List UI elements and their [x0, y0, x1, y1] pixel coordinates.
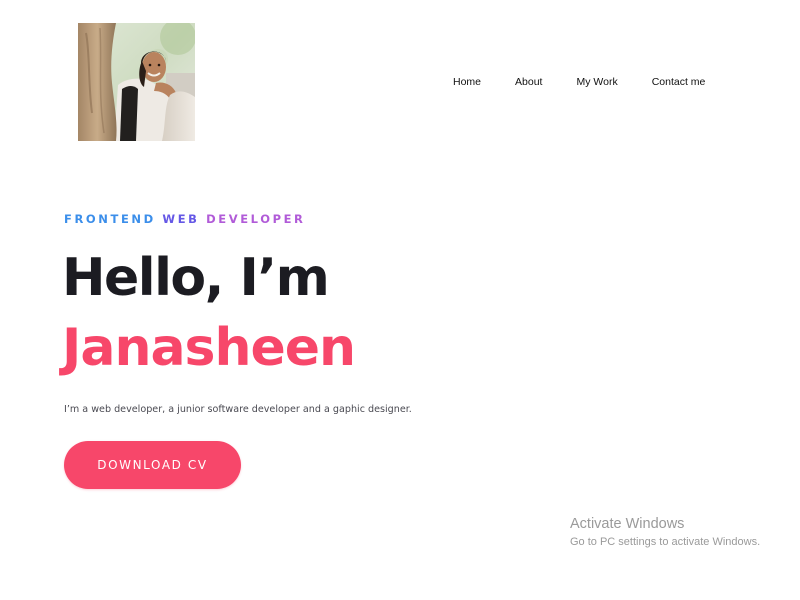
- subtitle-word-frontend: FRONTEND: [64, 212, 156, 226]
- activate-windows-watermark: Activate Windows Go to PC settings to ac…: [570, 515, 760, 550]
- nav-link-home[interactable]: Home: [453, 75, 481, 89]
- subtitle-word-web: WEB: [162, 212, 200, 226]
- hero-subtitle: FRONTEND WEB DEVELOPER: [64, 211, 306, 227]
- watermark-subtitle: Go to PC settings to activate Windows.: [570, 536, 761, 548]
- download-cv-button[interactable]: DOWNLOAD CV: [64, 441, 241, 489]
- hero-greeting: Hello, I’m: [62, 248, 330, 308]
- main-nav: Home About My Work Contact me: [453, 75, 705, 89]
- hero-description: I’m a web developer, a junior software d…: [64, 404, 412, 415]
- nav-link-my-work[interactable]: My Work: [576, 75, 617, 89]
- site-header: Home About My Work Contact me: [0, 0, 800, 165]
- hero-name: Janasheen: [62, 318, 356, 378]
- subtitle-word-developer: DEVELOPER: [206, 212, 306, 226]
- nav-link-about[interactable]: About: [515, 75, 542, 89]
- profile-photo: [78, 23, 195, 141]
- watermark-title: Activate Windows: [570, 516, 685, 532]
- nav-link-contact[interactable]: Contact me: [652, 75, 706, 89]
